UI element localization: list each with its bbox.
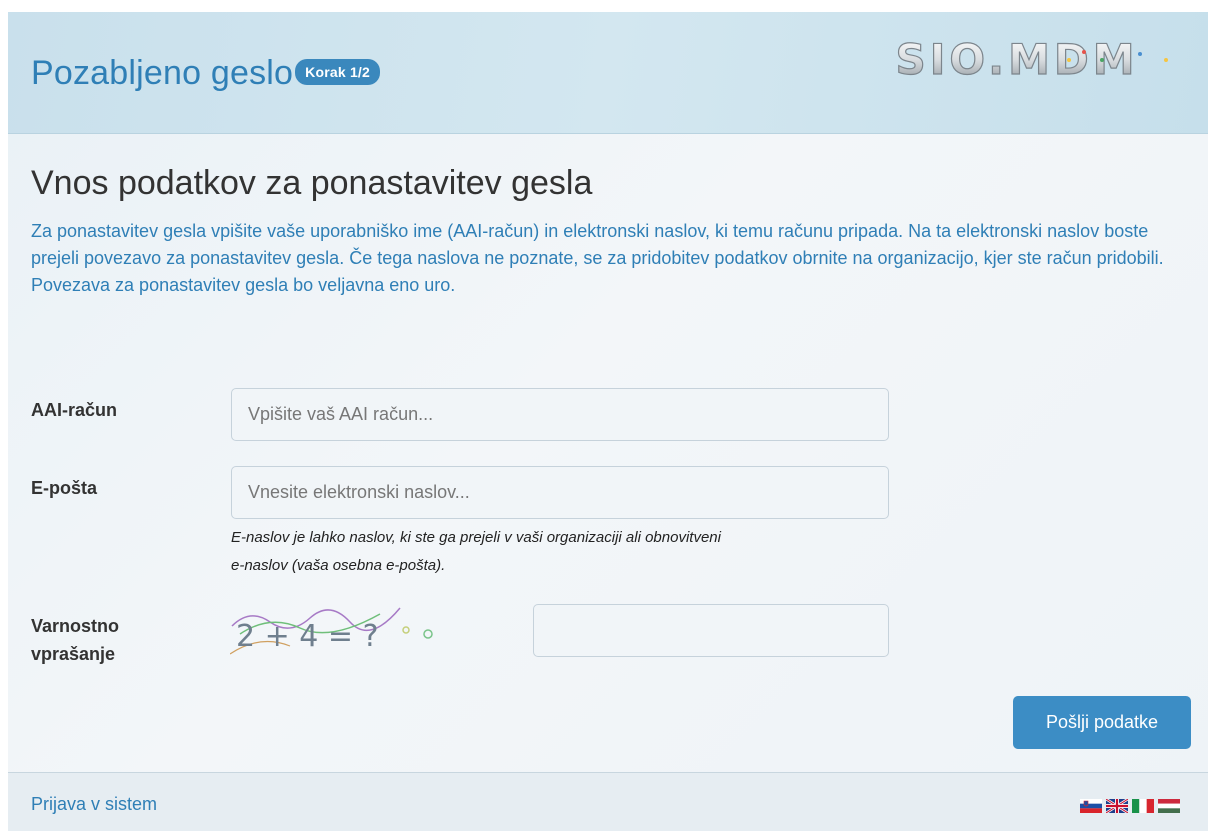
language-selector <box>1080 799 1180 813</box>
captcha-label: Varnostno vprašanje <box>31 612 119 668</box>
page-title-text: Pozabljeno geslo <box>31 54 294 92</box>
section-heading: Vnos podatkov za ponastavitev gesla <box>31 164 593 202</box>
step-badge: Korak 1/2 <box>295 59 381 86</box>
submit-button[interactable]: Pošlji podatke <box>1013 696 1191 749</box>
captcha-answer-input[interactable] <box>533 604 889 657</box>
page-header: Pozabljeno geslo Korak 1/2 SIO.MDM <box>8 12 1208 134</box>
email-input[interactable] <box>231 466 889 519</box>
hungarian-flag-icon[interactable] <box>1158 799 1180 813</box>
email-help-line: E-naslov je lahko naslov, ki ste ga prej… <box>231 529 721 546</box>
account-input[interactable] <box>231 388 889 441</box>
intro-paragraph: Za ponastavitev gesla vpišite vaše upora… <box>31 221 1164 268</box>
account-label: AAI-račun <box>31 400 118 420</box>
email-help-line: e-naslov (vaša osebna e-pošta). <box>231 557 446 574</box>
email-label: E-pošta <box>31 478 98 498</box>
email-help-text: E-naslov je lahko naslov, ki ste ga prej… <box>231 524 871 580</box>
page-title: Pozabljeno geslo Korak 1/2 <box>31 54 381 93</box>
captcha-label-line: Varnostno <box>31 616 120 636</box>
page-frame: Pozabljeno geslo Korak 1/2 SIO.MDM Vnos p… <box>8 12 1208 831</box>
captcha-image: 2 + 4 = ? <box>230 607 433 655</box>
captcha-question: 2 + 4 = ? <box>236 619 379 654</box>
sio-mdm-logo: SIO.MDM <box>895 38 1168 80</box>
validity-note: Povezava za ponastavitev gesla bo veljav… <box>31 275 456 295</box>
intro-text: Za ponastavitev gesla vpišite vaše upora… <box>31 218 1201 299</box>
login-link[interactable]: Prijava v sistem <box>31 794 157 815</box>
english-flag-icon[interactable] <box>1106 799 1128 813</box>
captcha-label-line: vprašanje <box>31 644 116 664</box>
page-footer: Prijava v sistem <box>8 772 1208 831</box>
italian-flag-icon[interactable] <box>1132 799 1154 813</box>
slovenian-flag-icon[interactable] <box>1080 799 1102 813</box>
